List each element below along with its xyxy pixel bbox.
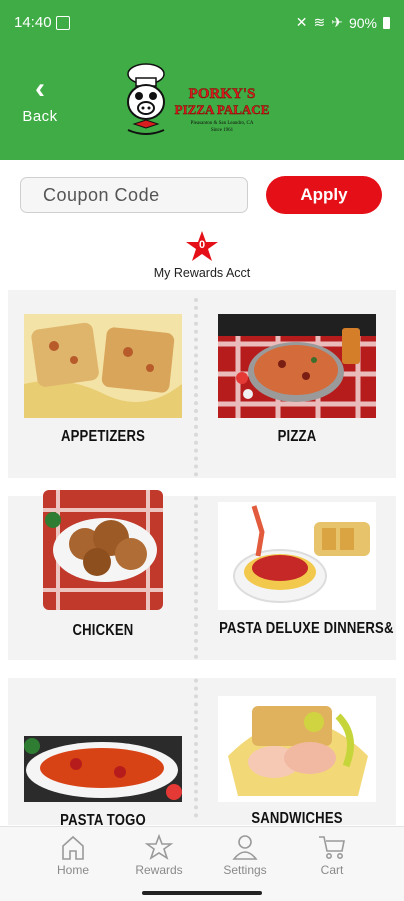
rewards-account[interactable]: 0 My Rewards Acct [130, 230, 274, 286]
battery-icon [383, 16, 390, 29]
rewards-star-icon: 0 [185, 230, 219, 262]
category-label: PIZZA [277, 428, 317, 445]
coupon-row: Apply [0, 160, 404, 226]
battery-percent: 90% [348, 14, 377, 31]
category-pasta-deluxe[interactable]: PASTA DELUXE DINNERS& ALA [202, 502, 396, 638]
status-bar: 14:40 ✕ ≋ ✈ 90% [0, 0, 404, 44]
star-icon [119, 833, 199, 863]
apply-button[interactable]: Apply [266, 176, 382, 214]
airplane-icon: ✈ [331, 14, 343, 30]
appetizers-photo [24, 314, 182, 418]
category-sandwiches[interactable]: SANDWICHES [202, 696, 392, 825]
pizza-photo [218, 314, 376, 418]
chevron-left-icon: ‹ [35, 72, 45, 105]
nav-settings-label: Settings [223, 863, 267, 877]
pasta-deluxe-photo [218, 502, 376, 610]
category-label: SANDWICHES [251, 810, 343, 825]
logo-line1: PORKY'S [189, 86, 256, 102]
category-chicken[interactable]: CHICKEN [8, 490, 198, 640]
row-separator [8, 660, 396, 678]
status-time: 14:40 [14, 14, 52, 31]
coupon-code-input[interactable] [20, 177, 248, 213]
cart-icon [292, 833, 372, 863]
home-icon [33, 833, 113, 863]
nav-cart[interactable]: Cart [292, 833, 372, 877]
app-header: ‹ Back PORKY'S PIZZA PALACE Pleasanton &… [0, 44, 404, 160]
back-button[interactable]: ‹ Back [18, 74, 62, 134]
person-icon [205, 833, 285, 863]
category-pasta-togo[interactable]: PASTA TOGO [8, 736, 198, 825]
logo-tagline: Pleasanton & San Leandro, CA [191, 121, 254, 126]
mute-icon: ✕ [295, 14, 308, 30]
category-label: APPETIZERS [60, 428, 146, 445]
nav-settings[interactable]: Settings [205, 833, 285, 877]
chicken-photo [43, 490, 163, 610]
category-grid: APPETIZERS PIZZA CHICKEN PASTA DELUXE DI… [8, 290, 396, 825]
rewards-label: My Rewards Acct [153, 266, 251, 280]
category-label: CHICKEN [72, 622, 134, 639]
notification-icon [56, 16, 70, 30]
nav-rewards[interactable]: Rewards [119, 833, 199, 877]
nav-cart-label: Cart [320, 863, 344, 877]
rewards-count: 0 [198, 239, 206, 251]
category-pizza[interactable]: PIZZA [202, 314, 392, 446]
sandwiches-photo [218, 696, 376, 802]
back-label: Back [22, 108, 58, 125]
pasta-togo-photo [24, 736, 182, 802]
nav-home-label: Home [56, 863, 89, 877]
logo-line2: PIZZA PALACE [175, 102, 270, 117]
wifi-icon: ≋ [313, 14, 326, 30]
category-appetizers[interactable]: APPETIZERS [8, 314, 198, 446]
status-icons: ✕ ≋ ✈ 90% [296, 14, 390, 31]
category-label: PASTA TOGO [60, 812, 146, 825]
logo-since: Since 1961 [211, 128, 234, 133]
home-indicator[interactable] [142, 891, 262, 895]
category-label: PASTA DELUXE DINNERS& ALA [219, 620, 396, 637]
nav-home[interactable]: Home [33, 833, 113, 877]
bottom-nav: Home Rewards Settings Cart [0, 826, 404, 901]
porkys-logo: PORKY'S PIZZA PALACE Pleasanton & San Le… [127, 63, 270, 135]
nav-rewards-label: Rewards [135, 863, 183, 877]
